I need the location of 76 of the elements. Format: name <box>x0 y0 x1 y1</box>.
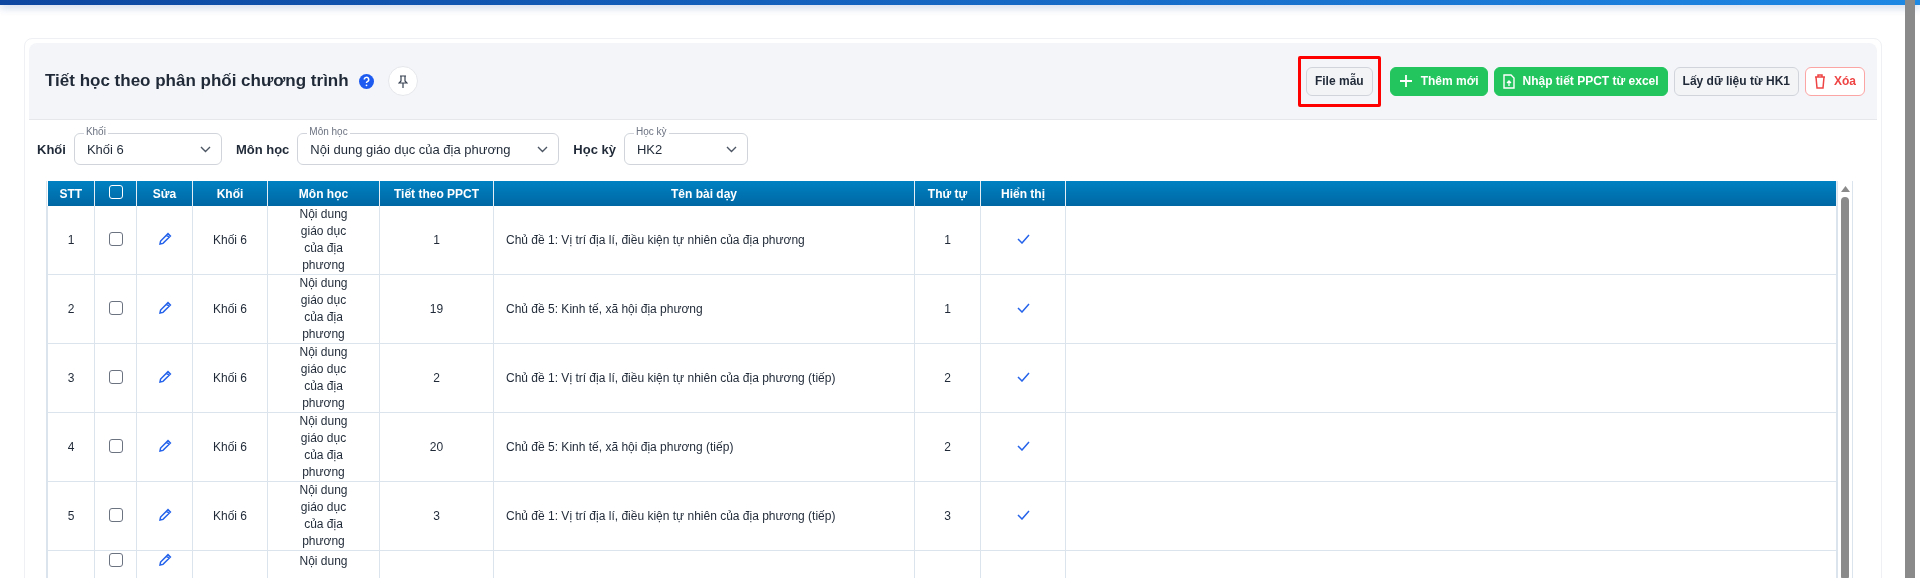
table-cell-text: Nội dung giáo dục của địa phương <box>299 207 348 272</box>
pencil-icon[interactable] <box>157 231 172 246</box>
table-cell-text: Chủ đề 1: Vị trí địa lí, điều kiện tự nhiên của địa phương <box>506 233 805 247</box>
pin-button[interactable] <box>387 66 418 96</box>
table-cell-text: Khối 6 <box>213 302 247 316</box>
scrollbar-thumb[interactable] <box>1841 197 1849 578</box>
page-scrollbar[interactable] <box>1905 0 1915 578</box>
table-cell-text: 2 <box>944 371 951 385</box>
filter-label: Môn học <box>235 141 290 157</box>
toolbar-button[interactable]: File mẫu <box>1305 66 1373 96</box>
table-cell-text: Nội dung giáo dục của địa phương <box>299 483 348 548</box>
column-header: Thứ tự <box>927 186 968 201</box>
scroll-up-arrow-icon[interactable] <box>1839 185 1851 193</box>
table-cell-text: Khối 6 <box>213 233 247 247</box>
table-cell-text: Chủ đề 5: Kinh tế, xã hội địa phương (tiếp) <box>506 440 734 454</box>
pencil-icon[interactable] <box>157 438 172 453</box>
filter-label: Khối <box>37 141 66 157</box>
pencil-icon[interactable] <box>157 300 172 315</box>
pin-icon <box>397 74 408 88</box>
floating-label: Môn học <box>307 126 350 138</box>
chevron-down-icon <box>537 145 549 153</box>
select-value: Khối 6 <box>86 141 124 157</box>
toolbar-button[interactable]: Lấy dữ liệu từ HK1 <box>1673 66 1799 96</box>
plus-icon <box>1398 74 1413 88</box>
column-header: Sửa <box>152 186 177 201</box>
table-cell-text: 1 <box>433 233 440 247</box>
pencil-icon[interactable] <box>157 369 172 384</box>
column-header: Tên bài dạy <box>671 186 737 201</box>
pencil-icon[interactable] <box>157 507 172 522</box>
table-cell-text: 5 <box>67 509 75 523</box>
checkbox[interactable] <box>108 438 123 453</box>
chevron-down-icon <box>199 145 211 153</box>
file-upload-icon <box>1502 73 1515 89</box>
table-cell-text: 1 <box>944 233 951 247</box>
floating-label: Khối <box>83 126 108 138</box>
table-cell-text: Khối 6 <box>213 509 247 523</box>
table-cell-text: 4 <box>67 440 75 454</box>
checkbox[interactable] <box>108 369 123 384</box>
table-cell-text: 3 <box>433 509 440 523</box>
select-value: Nội dung giáo dục của địa phương <box>310 141 511 157</box>
checkbox[interactable] <box>108 300 123 315</box>
table-cell-text: 3 <box>67 371 75 385</box>
column-header: Môn học <box>298 186 349 201</box>
help-icon[interactable] <box>358 73 374 89</box>
table-cell-text: Nội dung giáo dục của địa phương <box>299 414 348 479</box>
floating-label: Học kỳ <box>633 126 669 138</box>
checkbox[interactable] <box>108 507 123 522</box>
page-title: Tiết học theo phân phối chương trình <box>45 71 349 91</box>
table-cell-text: Nội dung giáo dục của địa phương <box>299 345 348 410</box>
table-cell-text: 2 <box>67 302 75 316</box>
table-cell-text: 2 <box>944 440 951 454</box>
filter-label: Học kỳ <box>573 141 616 157</box>
select-value: HK2 <box>636 141 663 157</box>
table-cell-text: Khối 6 <box>213 371 247 385</box>
table-cell-text: 19 <box>429 302 444 316</box>
toolbar-button[interactable]: Xóa <box>1805 66 1865 96</box>
table-cell-text: 20 <box>429 440 444 454</box>
table-cell-text: 1 <box>67 233 75 247</box>
chevron-down-icon <box>725 145 737 153</box>
column-header: STT <box>59 186 83 201</box>
table-cell-text: 2 <box>433 371 440 385</box>
table-cell-text: Chủ đề 1: Vị trí địa lí, điều kiện tự nhiên của địa phương (tiếp) <box>506 509 836 523</box>
table-cell-text: Chủ đề 5: Kinh tế, xã hội địa phương <box>506 302 703 316</box>
table-cell-text: Nội dung <box>299 554 348 568</box>
table-cell-text: Chủ đề 1: Vị trí địa lí, điều kiện tự nhiên của địa phương (tiếp) <box>506 371 836 385</box>
table-cell-text: 3 <box>944 509 951 523</box>
column-header: Khối <box>216 186 244 201</box>
table-cell-text: Nội dung giáo dục của địa phương <box>299 276 348 341</box>
pencil-icon[interactable] <box>157 553 172 567</box>
checkbox[interactable] <box>108 553 123 567</box>
table-cell-text: 1 <box>944 302 951 316</box>
checkbox[interactable] <box>108 231 123 246</box>
trash-icon <box>1814 73 1826 89</box>
column-header: Tiết theo PPCT <box>393 186 480 201</box>
table-cell-text: Khối 6 <box>213 440 247 454</box>
column-header: Hiển thị <box>1001 186 1045 201</box>
